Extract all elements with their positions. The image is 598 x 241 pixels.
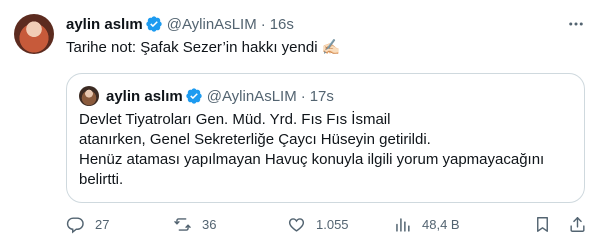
verified-badge-icon — [146, 16, 162, 32]
reply-button[interactable]: 27 — [66, 212, 109, 236]
tweet[interactable]: aylin aslım @AylinAsLIM · 16s Tarihe not… — [0, 0, 598, 241]
quoted-header: aylin aslım @AylinAsLIM · 17s — [106, 86, 334, 106]
like-button[interactable]: 1.055 — [287, 212, 349, 236]
share-icon — [570, 216, 585, 232]
quoted-avatar[interactable] — [79, 86, 99, 106]
tweet-text: Tarihe not: Şafak Sezer’in hakkı yendi ✍… — [66, 39, 341, 56]
quoted-author-name[interactable]: aylin aslım — [106, 88, 183, 105]
quoted-time[interactable]: 17s — [310, 88, 334, 105]
tweet-header: aylin aslım @AylinAsLIM · 16s — [66, 14, 294, 34]
reply-count: 27 — [95, 216, 110, 232]
quoted-author-handle[interactable]: @AylinAsLIM — [207, 88, 297, 105]
quoted-tweet[interactable]: aylin aslım @AylinAsLIM · 17s Devlet Tiy… — [66, 73, 585, 203]
separator-dot: · — [260, 15, 266, 33]
quoted-text-line: Devlet Tiyatroları Gen. Müd. Yrd. Fıs Fı… — [79, 111, 391, 128]
bookmark-icon — [537, 216, 548, 232]
retweet-icon — [174, 217, 191, 231]
views-count: 48,4 B — [422, 216, 460, 232]
share-button[interactable] — [568, 212, 587, 236]
author-handle[interactable]: @AylinAsLIM — [167, 16, 257, 33]
separator-dot: · — [300, 87, 306, 105]
quoted-text-line: atanırken, Genel Sekreterliğe Çaycı Hüse… — [79, 131, 431, 148]
quoted-text: Devlet Tiyatroları Gen. Müd. Yrd. Fıs Fı… — [79, 110, 574, 190]
retweet-button[interactable]: 36 — [173, 212, 216, 236]
more-icon[interactable] — [566, 14, 586, 34]
quoted-text-line: Henüz ataması yapılmayan Havuç konuyla i… — [79, 151, 545, 168]
views-icon — [396, 217, 410, 232]
quoted-text-line: belirtti. — [79, 171, 124, 188]
tweet-time[interactable]: 16s — [270, 16, 294, 33]
like-count: 1.055 — [316, 216, 349, 232]
reply-icon — [66, 216, 84, 233]
views-button[interactable]: 48,4 B — [393, 212, 460, 236]
author-name[interactable]: aylin aslım — [66, 16, 143, 33]
verified-badge-icon — [186, 88, 202, 104]
action-bar: 27 36 1.055 48,4 B — [66, 212, 588, 236]
bookmark-button[interactable] — [533, 212, 552, 236]
avatar[interactable] — [14, 14, 54, 54]
retweet-count: 36 — [202, 216, 217, 232]
like-icon — [288, 217, 305, 232]
